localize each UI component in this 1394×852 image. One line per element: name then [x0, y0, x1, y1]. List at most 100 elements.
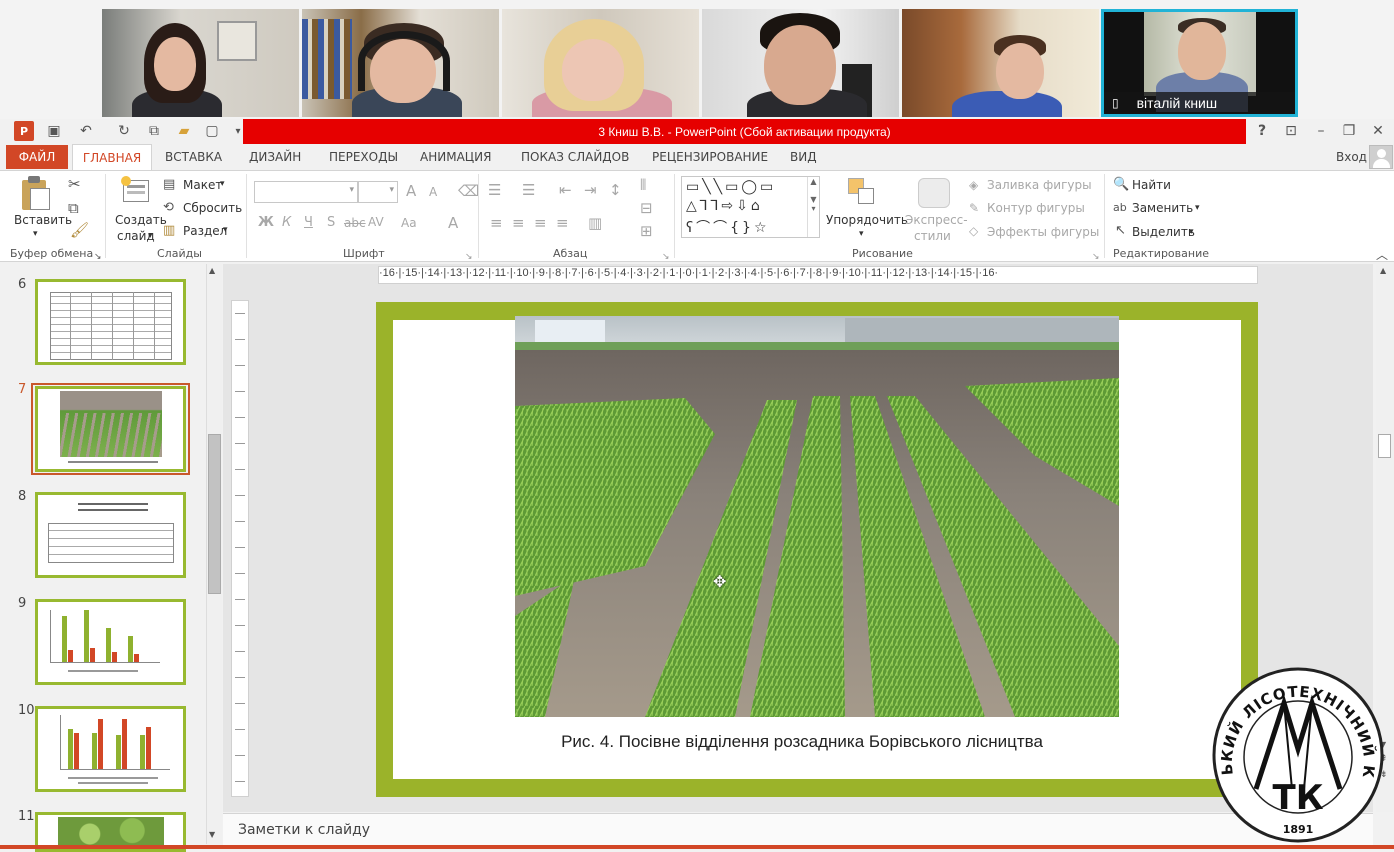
- shape-fill-button[interactable]: Заливка фигуры: [987, 178, 1092, 192]
- paste-button[interactable]: Вставить: [14, 213, 72, 227]
- tab-slideshow[interactable]: ПОКАЗ СЛАЙДОВ: [517, 144, 633, 170]
- editor-scroll-up-icon[interactable]: ▲: [1380, 266, 1386, 275]
- slide-caption[interactable]: Рис. 4. Посівне відділення розсадника Бо…: [393, 732, 1211, 752]
- layout-button[interactable]: Макет: [183, 178, 222, 192]
- cut-icon[interactable]: ✂: [68, 176, 81, 192]
- shapes-row-1[interactable]: ▭╲╲▭◯▭: [686, 179, 776, 195]
- close-icon[interactable]: ✕: [1368, 121, 1388, 141]
- new-document-icon[interactable]: ▢: [202, 121, 222, 141]
- reset-icon[interactable]: ⟲: [163, 200, 174, 216]
- arrange-dropdown-icon[interactable]: ▾: [859, 229, 864, 239]
- format-painter-icon[interactable]: 🖌: [70, 222, 89, 238]
- justify-icon[interactable]: ≡: [556, 215, 569, 231]
- text-direction-icon[interactable]: ⫴: [640, 177, 646, 193]
- section-button[interactable]: Раздел: [183, 224, 227, 238]
- arrange-button[interactable]: Упорядочить: [826, 213, 908, 227]
- new-slide-icon[interactable]: [121, 176, 151, 206]
- shape-fill-icon[interactable]: ◈: [969, 177, 978, 193]
- font-launcher-icon[interactable]: ↘: [465, 249, 473, 265]
- shape-outline-button[interactable]: Контур фигуры: [987, 201, 1085, 215]
- slide-thumbnail-10[interactable]: [35, 706, 186, 792]
- change-case-button[interactable]: Aa: [401, 216, 417, 230]
- tab-view[interactable]: ВИД: [786, 144, 821, 170]
- italic-button[interactable]: К: [282, 215, 291, 230]
- layout-dropdown-icon[interactable]: ▾: [220, 179, 225, 189]
- bold-button[interactable]: Ж: [258, 215, 274, 230]
- numbering-icon[interactable]: ☰: [522, 182, 535, 198]
- grow-font-button[interactable]: A: [406, 182, 416, 200]
- new-slide-button[interactable]: Создать: [115, 213, 167, 227]
- select-icon[interactable]: ↖: [1115, 223, 1126, 239]
- editor-scroll-thumb[interactable]: [1378, 434, 1391, 458]
- section-icon[interactable]: ▥: [163, 223, 175, 239]
- restore-icon[interactable]: ❐: [1339, 121, 1359, 141]
- tab-insert[interactable]: ВСТАВКА: [161, 144, 226, 170]
- notes-placeholder[interactable]: Заметки к слайду: [238, 822, 370, 838]
- replace-icon[interactable]: ab: [1113, 200, 1127, 216]
- slide-thumbnail-6[interactable]: [35, 279, 186, 365]
- paste-icon[interactable]: [22, 176, 52, 212]
- replace-dropdown-icon[interactable]: ▾: [1195, 203, 1200, 213]
- columns-icon[interactable]: ▥: [588, 215, 602, 231]
- tab-design[interactable]: ДИЗАЙН: [245, 144, 305, 170]
- tab-transitions[interactable]: ПЕРЕХОДЫ: [325, 144, 402, 170]
- quick-styles-button[interactable]: Экспресс-: [905, 213, 968, 227]
- slide-thumbnail-7[interactable]: [35, 386, 186, 472]
- tab-review[interactable]: РЕЦЕНЗИРОВАНИЕ: [648, 144, 772, 170]
- replace-button[interactable]: Заменить: [1132, 201, 1193, 215]
- tab-home[interactable]: ГЛАВНАЯ: [72, 144, 152, 171]
- save-icon[interactable]: ▣: [44, 121, 64, 141]
- video-tile-4[interactable]: [702, 9, 899, 117]
- video-tile-2[interactable]: [302, 9, 499, 117]
- find-icon[interactable]: 🔍: [1113, 177, 1129, 193]
- scroll-up-icon[interactable]: ▲: [209, 266, 215, 275]
- shape-effects-icon[interactable]: ◇: [969, 223, 978, 239]
- select-button[interactable]: Выделить: [1132, 225, 1195, 239]
- tab-animations[interactable]: АНИМАЦИЯ: [416, 144, 495, 170]
- help-icon[interactable]: ?: [1252, 121, 1272, 141]
- align-left-icon[interactable]: ≡: [490, 215, 503, 231]
- slide-thumbnail-9[interactable]: [35, 599, 186, 685]
- shadow-button[interactable]: S: [327, 215, 335, 230]
- shape-outline-icon[interactable]: ✎: [969, 200, 979, 216]
- font-name-input[interactable]: ▾: [254, 181, 358, 203]
- collapse-ribbon-icon[interactable]: ︿: [1376, 247, 1388, 263]
- align-right-icon[interactable]: ≡: [534, 215, 547, 231]
- font-size-dropdown-icon[interactable]: ▾: [389, 185, 394, 195]
- font-size-input[interactable]: ▾: [358, 181, 398, 203]
- video-tile-1[interactable]: [102, 9, 299, 117]
- decrease-indent-icon[interactable]: ⇤: [559, 182, 572, 198]
- underline-button[interactable]: Ч: [304, 215, 313, 230]
- char-spacing-button[interactable]: AV: [368, 215, 384, 229]
- sign-in-link[interactable]: Вход: [1332, 144, 1371, 170]
- shapes-gallery-scroll[interactable]: ▲ ▼ ▾: [807, 177, 819, 237]
- shapes-row-3[interactable]: ʕ⌒⌒{}☆: [686, 217, 770, 237]
- align-center-icon[interactable]: ≡: [512, 215, 525, 231]
- bullets-icon[interactable]: ☰: [488, 182, 501, 198]
- clear-formatting-icon[interactable]: ⌫: [458, 183, 479, 199]
- drawing-launcher-icon[interactable]: ↘: [1092, 249, 1100, 265]
- shapes-row-2[interactable]: △⅂⅂⇨⇩⌂: [686, 198, 763, 214]
- tab-file[interactable]: ФАЙЛ: [6, 145, 68, 169]
- strikethrough-button[interactable]: abc: [344, 216, 366, 230]
- copy-icon[interactable]: ⧉: [68, 200, 79, 216]
- select-dropdown-icon[interactable]: ▾: [1189, 227, 1194, 237]
- notes-pane[interactable]: Заметки к слайду: [223, 813, 1373, 845]
- video-tile-5[interactable]: [902, 9, 1099, 117]
- reset-button[interactable]: Сбросить: [183, 201, 242, 215]
- user-avatar-icon[interactable]: [1369, 145, 1393, 169]
- slide-thumbnail-8[interactable]: [35, 492, 186, 578]
- layout-icon[interactable]: ▤: [163, 177, 175, 193]
- scroll-down-icon[interactable]: ▼: [209, 830, 215, 839]
- increase-indent-icon[interactable]: ⇥: [584, 182, 597, 198]
- redo-icon[interactable]: ↻: [114, 121, 134, 141]
- section-dropdown-icon[interactable]: ▾: [223, 225, 228, 235]
- video-tile-3[interactable]: [502, 9, 699, 117]
- font-color-button[interactable]: A: [448, 214, 458, 232]
- undo-icon[interactable]: ↶: [76, 121, 96, 141]
- paragraph-launcher-icon[interactable]: ↘: [662, 249, 670, 265]
- arrange-icon[interactable]: [848, 178, 878, 208]
- new-slide-dropdown-icon[interactable]: ▾: [148, 231, 153, 241]
- ribbon-display-icon[interactable]: ⊡: [1281, 121, 1301, 141]
- video-tile-active[interactable]: ▯ віталій книш: [1101, 9, 1298, 117]
